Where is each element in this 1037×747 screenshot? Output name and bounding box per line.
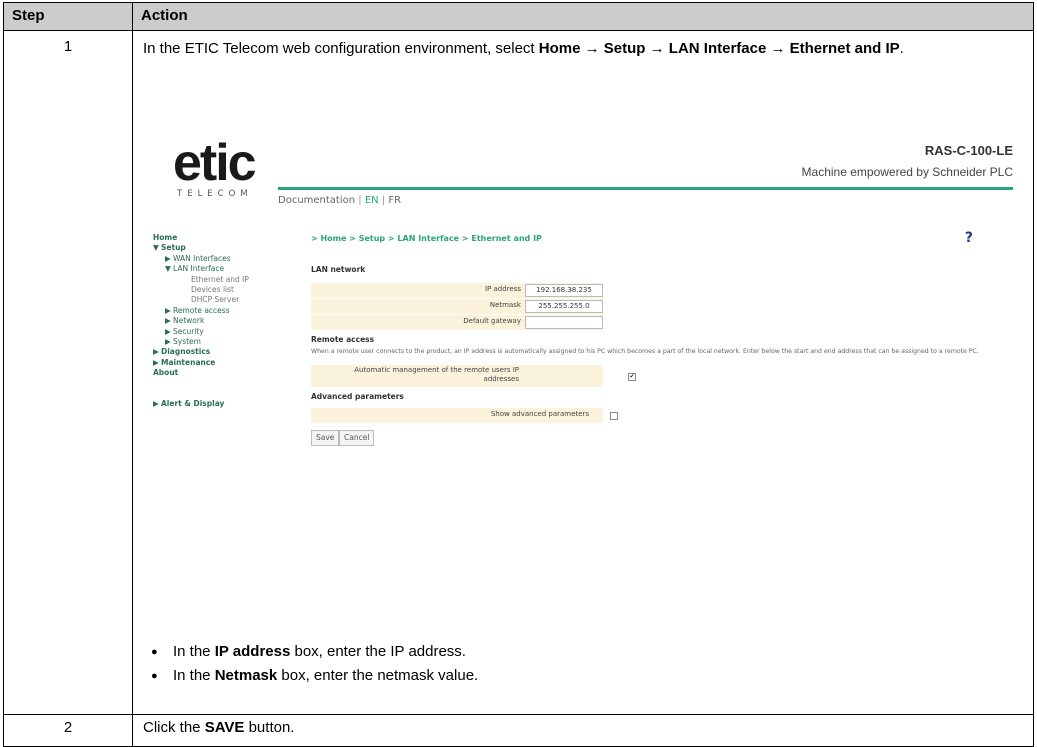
nav-item-wan[interactable]: ▶ WAN Interfaces xyxy=(153,254,283,264)
remote-access-note: When a remote user connects to the produ… xyxy=(311,348,979,355)
logo-subtitle: TELECOM xyxy=(177,189,253,199)
nav-item-network[interactable]: ▶ Network xyxy=(153,316,283,326)
nav-item-security[interactable]: ▶ Security xyxy=(153,327,283,337)
nav-item-dhcp-server[interactable]: DHCP Server xyxy=(153,295,283,305)
procedure-table: Step Action 1 In the ETIC Telecom web co… xyxy=(3,2,1034,747)
step-header: Step xyxy=(3,2,133,31)
nav-item-ethernet-ip[interactable]: Ethernet and IP xyxy=(153,275,283,285)
nav-item-remote-access[interactable]: ▶ Remote access xyxy=(153,306,283,316)
action-header: Action xyxy=(132,2,1034,31)
step-number-1: 1 xyxy=(3,30,133,715)
action-cell-1: In the ETIC Telecom web configuration en… xyxy=(132,30,1034,715)
advanced-params-title: Advanced parameters xyxy=(311,392,404,401)
step1-bullets: In the IP address box, enter the IP addr… xyxy=(151,640,478,688)
lang-en-link[interactable]: EN xyxy=(365,195,379,206)
menu-path: Home → Setup → LAN Interface → Ethernet … xyxy=(538,40,900,57)
auto-management-checkbox[interactable]: ✔ xyxy=(628,373,636,381)
show-advanced-label: Show advanced parameters xyxy=(490,410,589,418)
auto-management-label: Automatic management of the remote users… xyxy=(354,366,519,384)
action-cell-2: Click the SAVE button. xyxy=(132,714,1034,747)
gateway-row: Default gateway xyxy=(311,315,603,330)
help-icon[interactable]: ? xyxy=(965,230,973,246)
gateway-label: Default gateway xyxy=(463,317,521,325)
auto-label-line2: addresses xyxy=(483,375,519,383)
bullet-text: box, enter the netmask value. xyxy=(277,667,479,684)
step1-instruction: In the ETIC Telecom web configuration en… xyxy=(143,38,1023,59)
nav-label: LAN Interface xyxy=(173,264,225,274)
bullet-text: In the xyxy=(173,643,215,660)
nav-label: Network xyxy=(173,316,205,326)
nav-item-maintenance[interactable]: ▶ Maintenance xyxy=(153,358,283,368)
step2-suffix: button. xyxy=(244,719,295,736)
nav-label: Remote access xyxy=(173,305,230,315)
etic-config-screenshot: etic TELECOM RAS-C-100-LE Machine empowe… xyxy=(153,137,1013,517)
product-name: RAS-C-100-LE xyxy=(924,143,1013,158)
caret-right-icon: ▶ xyxy=(165,316,171,326)
cancel-button[interactable]: Cancel xyxy=(339,430,375,446)
bullet-netmask: In the Netmask box, enter the netmask va… xyxy=(151,664,478,688)
ip-address-label: IP address xyxy=(484,285,521,293)
nav-item-setup[interactable]: ▼ Setup xyxy=(153,243,283,253)
caret-right-icon: ▶ xyxy=(165,305,171,315)
nav-label: Setup xyxy=(161,243,186,253)
ip-address-row: IP address 192.168.38.235 xyxy=(311,283,603,298)
lan-network-title: LAN network xyxy=(311,265,366,274)
nav-label: Maintenance xyxy=(161,357,216,367)
nav-item-about[interactable]: About xyxy=(153,368,283,378)
auto-management-row: Automatic management of the remote users… xyxy=(311,365,603,387)
header-divider xyxy=(278,187,1013,190)
bullet-ip-address: In the IP address box, enter the IP addr… xyxy=(151,640,478,664)
caret-right-icon: ▶ xyxy=(153,347,159,357)
caret-right-icon: ▶ xyxy=(165,253,171,263)
instruction-suffix: . xyxy=(899,40,904,57)
save-keyword: SAVE xyxy=(204,719,245,736)
etic-logo: etic TELECOM xyxy=(173,134,257,199)
caret-right-icon: ▶ xyxy=(165,326,171,336)
netmask-input[interactable]: 255.255.255.0 xyxy=(525,300,603,313)
lang-fr-link[interactable]: FR xyxy=(388,195,401,206)
tagline: Machine empowered by Schneider PLC xyxy=(801,165,1013,179)
nav-label: System xyxy=(173,337,201,347)
nav-item-diagnostics[interactable]: ▶ Diagnostics xyxy=(153,347,283,357)
bullet-text: box, enter the IP address. xyxy=(290,643,466,660)
nav-item-home[interactable]: Home xyxy=(153,233,283,243)
ip-address-input[interactable]: 192.168.38.235 xyxy=(525,284,603,297)
nav-item-devices-list[interactable]: Devices list xyxy=(153,285,283,295)
save-button[interactable]: Save xyxy=(311,430,340,446)
sidebar-nav: Home ▼ Setup ▶ WAN Interfaces ▼ LAN Interfa… xyxy=(153,233,283,409)
bullet-text: In the xyxy=(173,667,215,684)
step-number-2: 2 xyxy=(3,714,133,747)
nav-label: Diagnostics xyxy=(161,347,211,357)
link-separator: | xyxy=(381,195,386,206)
netmask-row: Netmask 255.255.255.0 xyxy=(311,299,603,314)
show-advanced-checkbox[interactable] xyxy=(610,412,618,420)
breadcrumb: > Home > Setup > LAN Interface > Etherne… xyxy=(311,234,542,243)
nav-label: Security xyxy=(173,326,204,336)
auto-label-line1: Automatic management of the remote users… xyxy=(354,366,519,374)
step2-text: Click the xyxy=(143,719,205,736)
show-advanced-row: Show advanced parameters xyxy=(311,408,603,423)
documentation-link[interactable]: Documentation xyxy=(278,195,355,206)
nav-item-system[interactable]: ▶ System xyxy=(153,337,283,347)
bullet-bold: IP address xyxy=(214,643,291,660)
gateway-input[interactable] xyxy=(525,316,603,329)
nav-label: Alert & Display xyxy=(161,398,225,408)
doc-links: Documentation | EN | FR xyxy=(278,195,401,206)
nav-item-alert-display[interactable]: ▶ Alert & Display xyxy=(153,399,283,409)
caret-right-icon: ▶ xyxy=(165,337,171,347)
nav-item-lan[interactable]: ▼ LAN Interface xyxy=(153,264,283,274)
link-separator: | xyxy=(358,195,362,206)
caret-right-icon: ▶ xyxy=(153,398,159,408)
nav-label: WAN Interfaces xyxy=(173,253,231,263)
instruction-text: In the ETIC Telecom web configuration en… xyxy=(143,40,539,57)
caret-down-icon: ▼ xyxy=(165,264,171,274)
bullet-bold: Netmask xyxy=(214,667,278,684)
logo-wordmark: etic xyxy=(173,134,257,192)
netmask-label: Netmask xyxy=(489,301,521,309)
remote-access-title: Remote access xyxy=(311,335,375,344)
caret-right-icon: ▶ xyxy=(153,357,159,367)
caret-down-icon: ▼ xyxy=(153,243,159,253)
